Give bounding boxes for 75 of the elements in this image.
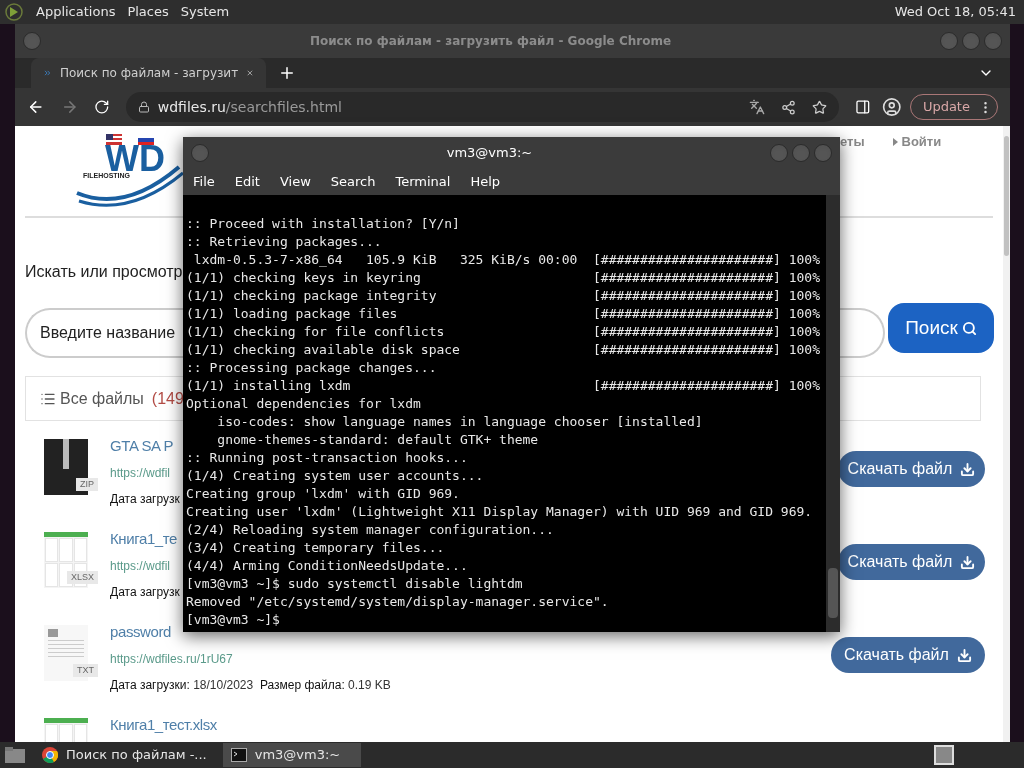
file-info: Дата загрузк — [110, 583, 180, 601]
terminal-line: (4/4) Arming ConditionNeedsUpdate... — [186, 557, 468, 575]
profile-icon[interactable] — [882, 97, 902, 117]
caret-icon — [892, 138, 898, 146]
window-title: vm3@vm3:~ — [445, 143, 534, 162]
terminal-line: gnome-themes-standard: default GTK+ theme — [216, 431, 539, 449]
terminal-menu[interactable]: Help — [470, 171, 501, 192]
terminal-line: :: Processing package changes... — [186, 359, 437, 377]
reload-icon[interactable] — [94, 99, 110, 115]
scrollbar-thumb[interactable] — [1004, 136, 1009, 256]
new-tab-icon[interactable] — [278, 64, 296, 82]
us-flag-icon[interactable] — [106, 134, 122, 145]
terminal-line: :: Running post-transaction hooks... — [186, 449, 468, 467]
terminal-line: (1/1) checking available disk space [######################] 100% — [186, 341, 820, 359]
terminal-line: Optional dependencies for lxdm — [186, 395, 421, 413]
window-title: Поиск по файлам - загрузить файл - Google Chrome — [308, 33, 673, 50]
search-button[interactable]: Поиск — [888, 303, 994, 353]
browser-tab[interactable]: Поиск по файлам - загрузит — [31, 58, 266, 88]
terminal-line: (1/1) loading package files [######################] 100% — [186, 305, 820, 323]
scrollbar-thumb[interactable] — [828, 568, 838, 618]
terminal-menu[interactable]: Terminal — [395, 171, 451, 192]
play-icon[interactable] — [4, 2, 24, 22]
file-info: Дата загрузк — [110, 490, 180, 508]
download-button[interactable]: Скачать файл — [831, 637, 985, 673]
terminal-line: iso-codes: show language names in language chooser [installed] — [216, 413, 703, 431]
terminal-line: :: Proceed with installation? [Y/n] — [186, 215, 460, 233]
terminal-line: lxdm-0.5.3-7-x86_64 105.9 KiB 325 KiB/s 00:00 [######################] 100% — [192, 251, 820, 269]
terminal-line: Creating group 'lxdm' with GID 969. — [186, 485, 460, 503]
lock-icon — [137, 101, 150, 113]
terminal-line: (1/1) checking package integrity [######################] 100% — [186, 287, 820, 305]
panel-menu[interactable]: Places — [127, 2, 169, 22]
desktop-switcher-icon[interactable] — [934, 745, 954, 765]
terminal-line: (1/1) checking keys in keyring [######################] 100% — [186, 269, 820, 287]
chrome-icon — [42, 747, 58, 763]
terminal-menu[interactable]: View — [279, 171, 311, 192]
download-icon — [960, 554, 976, 570]
share-icon[interactable] — [780, 99, 796, 115]
terminal-line: (1/1) installing lxdm [######################] 100% — [186, 377, 820, 395]
download-button[interactable]: Скачать файл — [838, 451, 985, 487]
side-panel-icon[interactable] — [854, 99, 871, 115]
address-bar[interactable]: wdfiles.ru/searchfiles.html — [125, 92, 839, 122]
bookmark-icon[interactable] — [811, 99, 827, 115]
taskbar-item[interactable]: Поиск по файлам -... — [34, 743, 215, 767]
files-tab[interactable]: Все файлы (149 — [40, 386, 184, 411]
file-title[interactable]: GTA SA P — [110, 435, 174, 458]
nav-link[interactable]: Войти — [892, 132, 942, 152]
terminal-line: Removed "/etc/systemd/system/display-manager.service". — [186, 593, 609, 611]
translate-icon[interactable] — [748, 99, 765, 115]
search-icon — [961, 320, 977, 336]
file-title[interactable]: password — [110, 621, 171, 644]
terminal-line: (1/4) Creating system user accounts... — [186, 467, 484, 485]
terminal-line: (2/4) Reloading system manager configuration... — [186, 521, 554, 539]
terminal-menu[interactable]: Edit — [234, 171, 260, 192]
folder-icon[interactable] — [4, 746, 26, 764]
terminal-menu[interactable]: Search — [330, 171, 376, 192]
file-title[interactable]: Книга1_тест.xlsx — [110, 714, 217, 737]
panel-menu[interactable]: Applications — [36, 2, 116, 22]
page-heading: Искать или просмотр — [25, 262, 183, 282]
terminal-line: (1/1) checking for file conflicts [######################] 100% — [186, 323, 820, 341]
nav-link[interactable]: еты — [840, 132, 865, 152]
clock: Wed Oct 18, 05:41 — [894, 3, 1016, 22]
taskbar-item[interactable]: vm3@vm3:~ — [222, 743, 361, 767]
panel-menu[interactable]: System — [180, 2, 230, 22]
terminal-line: [vm3@vm3 ~]$ sudo systemctl disable lightdm — [186, 575, 523, 593]
file-title[interactable]: Книга1_те — [110, 528, 177, 551]
terminal-menu[interactable]: File — [193, 171, 215, 192]
terminal-line: (3/4) Creating temporary files... — [186, 539, 445, 557]
download-button[interactable]: Скачать файл — [838, 544, 985, 580]
download-icon — [956, 647, 972, 663]
terminal-line: [vm3@vm3 ~]$ — [186, 611, 280, 629]
terminal-line: Creating user 'lxdm' (Lightweight X11 Display Manager) with UID 969 and GID 969. — [186, 503, 813, 521]
file-info: Дата загрузки: 18/10/2023 Размер файла: 0.19 KB — [110, 676, 391, 694]
download-icon — [960, 461, 976, 477]
terminal-icon — [230, 748, 247, 762]
terminal-line: :: Retrieving packages... — [186, 233, 382, 251]
